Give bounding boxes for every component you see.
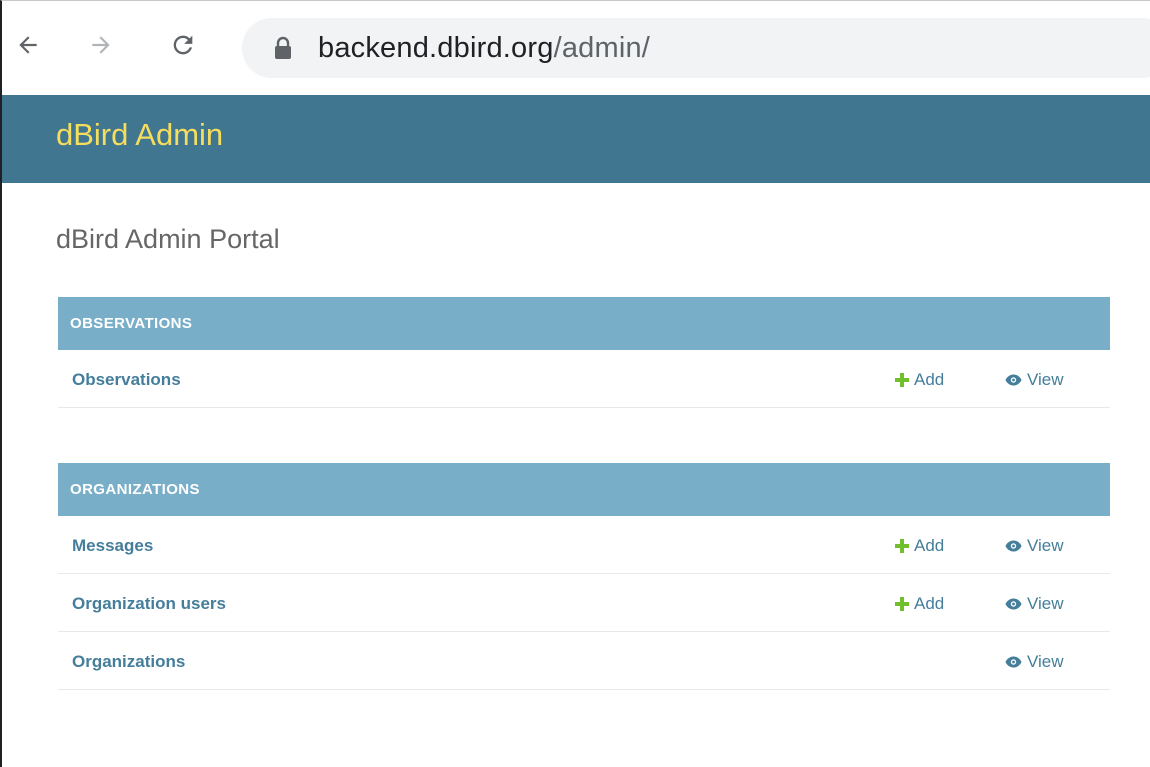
model-row-observations: Observations Add View [58, 350, 1110, 408]
add-link-observations[interactable]: Add [895, 370, 944, 390]
forward-button[interactable] [83, 27, 119, 63]
address-bar[interactable]: backend.dbird.org/admin/ [242, 18, 1150, 78]
add-label: Add [914, 594, 945, 613]
reload-button[interactable] [165, 27, 201, 63]
model-row-organization-users: Organization users Add View [58, 574, 1110, 632]
site-branding[interactable]: dBird Admin [56, 117, 223, 153]
arrow-right-icon [88, 32, 114, 58]
url-host: backend.dbird.org [318, 31, 554, 64]
model-link-observations[interactable]: Observations [72, 370, 181, 390]
back-button[interactable] [10, 27, 46, 63]
add-link-organization-users[interactable]: Add [895, 594, 944, 614]
add-link-messages[interactable]: Add [895, 536, 944, 556]
reload-icon [169, 31, 197, 59]
model-link-messages[interactable]: Messages [72, 536, 153, 556]
plus-icon [895, 539, 909, 553]
module-caption[interactable]: ORGANIZATIONS [58, 463, 1110, 516]
view-label: View [1027, 652, 1064, 671]
model-link-organization-users[interactable]: Organization users [72, 594, 226, 614]
eye-icon [1005, 598, 1022, 610]
model-link-organizations[interactable]: Organizations [72, 652, 185, 672]
eye-icon [1005, 540, 1022, 552]
add-label: Add [914, 536, 945, 555]
view-label: View [1027, 594, 1064, 613]
view-label: View [1027, 536, 1064, 555]
module-organizations: ORGANIZATIONS Messages Add View Organiza… [58, 463, 1110, 690]
add-label: Add [914, 370, 945, 389]
page-title: dBird Admin Portal [56, 224, 280, 254]
view-link-observations[interactable]: View [1005, 370, 1064, 390]
plus-icon [895, 373, 909, 387]
browser-toolbar: backend.dbird.org/admin/ [2, 1, 1150, 95]
model-row-messages: Messages Add View [58, 516, 1110, 574]
arrow-left-icon [15, 32, 41, 58]
view-link-organizations[interactable]: View [1005, 652, 1064, 672]
admin-header: dBird Admin [2, 95, 1150, 183]
view-link-messages[interactable]: View [1005, 536, 1064, 556]
eye-icon [1005, 374, 1022, 386]
view-label: View [1027, 370, 1064, 389]
model-row-organizations: Organizations View [58, 632, 1110, 690]
module-observations: OBSERVATIONS Observations Add View [58, 297, 1110, 408]
plus-icon [895, 597, 909, 611]
eye-icon [1005, 656, 1022, 668]
browser-window: backend.dbird.org/admin/ dBird Admin dBi… [0, 0, 1150, 767]
lock-icon[interactable] [272, 35, 294, 61]
module-caption[interactable]: OBSERVATIONS [58, 297, 1110, 350]
url-text[interactable]: backend.dbird.org/admin/ [318, 32, 650, 65]
view-link-organization-users[interactable]: View [1005, 594, 1064, 614]
url-path: /admin/ [553, 31, 651, 64]
